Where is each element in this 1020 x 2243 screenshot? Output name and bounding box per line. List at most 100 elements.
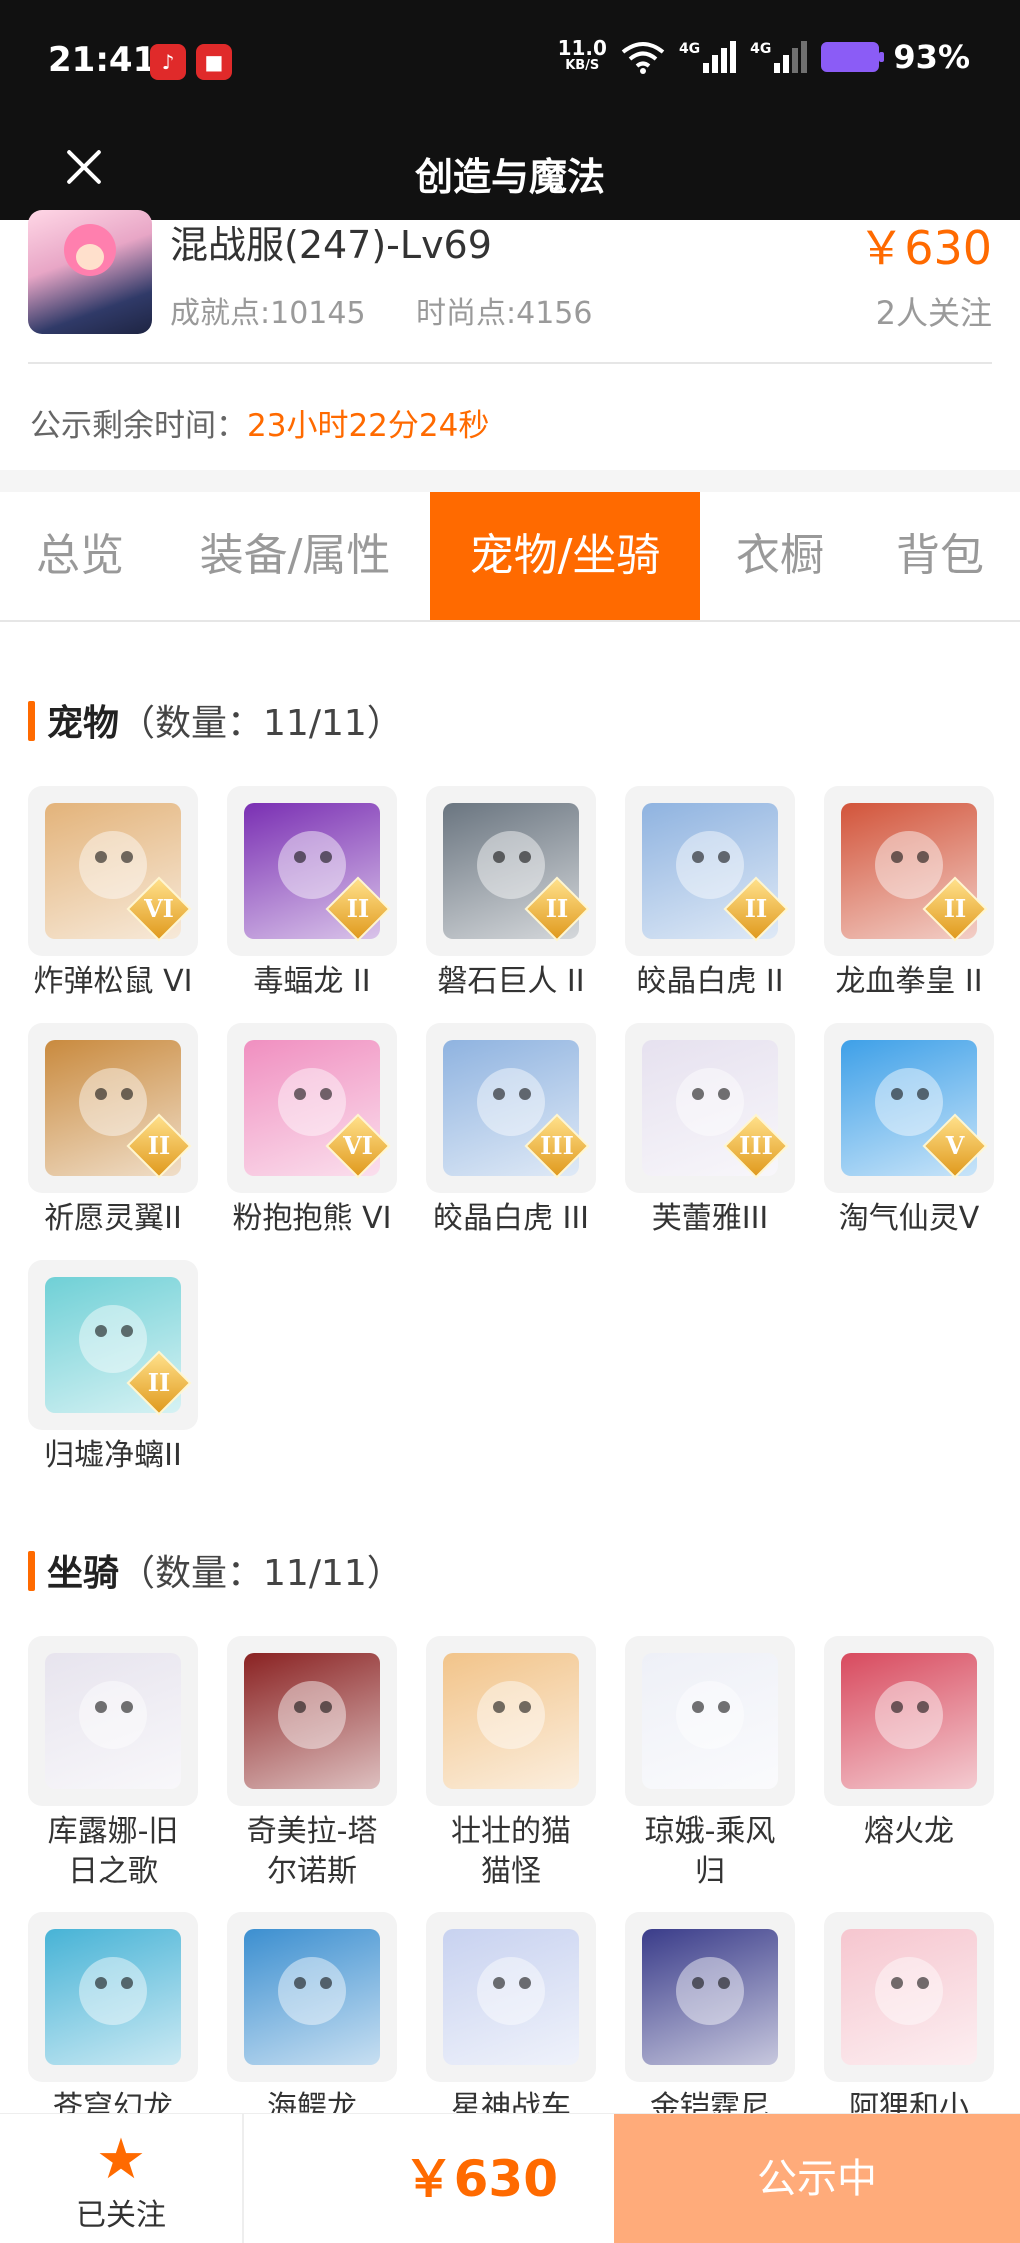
tab-bar: 总览 装备/属性 宠物/坐骑 衣橱 背包 [0, 492, 1020, 622]
signal-icon-2: 4G [750, 41, 808, 73]
pet-thumbnail: II [426, 786, 596, 956]
news-app-icon: ■ [196, 44, 232, 80]
pet-item[interactable]: VI 粉抱抱熊 VI [227, 1023, 397, 1239]
mount-item[interactable]: 星神战车 [426, 1912, 596, 2128]
bottom-price: ￥630 [403, 2150, 558, 2208]
mount-thumbnail [227, 1636, 397, 1806]
battery-percent: 93% [893, 38, 970, 76]
pet-item[interactable]: III 皎晶白虎 III [426, 1023, 596, 1239]
countdown-label: 公示剩余时间： [30, 408, 247, 444]
pet-item[interactable]: II 龙血拳皇 II [824, 786, 994, 1002]
mount-item[interactable]: 苍穹幻龙 [28, 1912, 198, 2128]
grade-badge-label: III [540, 1131, 574, 1160]
pet-item[interactable]: II 皎晶白虎 II [625, 786, 795, 1002]
pet-thumbnail: VI [227, 1023, 397, 1193]
star-icon: ★ [95, 2127, 147, 2192]
pet-item[interactable]: II 磐石巨人 II [426, 786, 596, 1002]
mount-image [45, 1653, 181, 1789]
wifi-icon [621, 42, 665, 74]
status-bar: 21:41 ♪ ■ 11.0 KB/S 4G 4G 93% [0, 0, 1020, 120]
mount-item[interactable]: 琼娥-乘风归 [625, 1636, 795, 1892]
status-time: 21:41 [48, 40, 157, 80]
app-header: 创造与魔法 [0, 120, 1020, 220]
page-title: 创造与魔法 [414, 155, 605, 199]
mount-item[interactable]: 熔火龙 [824, 1636, 994, 1852]
follow-label: 已关注 [76, 2198, 166, 2233]
grade-badge-label: III [739, 1131, 773, 1160]
tab-backpack[interactable]: 背包 [870, 492, 1010, 620]
status-button[interactable]: 公示中 [614, 2114, 1020, 2243]
tab-equipment[interactable]: 装备/属性 [180, 492, 410, 620]
pet-thumbnail: VI [28, 786, 198, 956]
listing-price: ￥630 [858, 221, 992, 275]
mount-image [443, 1929, 579, 2065]
pet-thumbnail: II [824, 786, 994, 956]
mount-image [244, 1929, 380, 2065]
pets-count: （数量：11/11） [119, 703, 403, 744]
pet-item[interactable]: II 归墟净螭II [28, 1260, 198, 1476]
pet-name: 淘气仙灵V [838, 1201, 980, 1236]
grade-badge-label: II [346, 894, 370, 923]
mount-thumbnail [28, 1912, 198, 2082]
grade-badge-label: II [744, 894, 768, 923]
pet-name: 归墟净螭II [44, 1438, 182, 1473]
pets-section-title: 宠物（数量：11/11） [28, 694, 403, 746]
tab-wardrobe[interactable]: 衣橱 [710, 492, 850, 620]
mount-thumbnail [28, 1636, 198, 1806]
mount-image [841, 1653, 977, 1789]
mount-item[interactable]: 奇美拉-塔尔诺斯 [227, 1636, 397, 1892]
pet-thumbnail: II [28, 1260, 198, 1430]
mount-image [841, 1929, 977, 2065]
grade-badge-label: II [545, 894, 569, 923]
mounts-count: （数量：11/11） [119, 1553, 403, 1594]
mount-image [443, 1653, 579, 1789]
pet-name: 芙蕾雅III [651, 1201, 769, 1236]
grade-badge-label: V [945, 1131, 965, 1160]
grade-badge-label: VI [343, 1131, 373, 1160]
mount-name: 奇美拉-塔尔诺斯 [246, 1814, 378, 1889]
pet-item[interactable]: II 祈愿灵翼II [28, 1023, 198, 1239]
grade-badge-label: II [147, 1131, 171, 1160]
pet-item[interactable]: V 淘气仙灵V [824, 1023, 994, 1239]
achievement-points: 成就点:10145 [170, 296, 366, 331]
pet-thumbnail: II [227, 786, 397, 956]
mount-thumbnail [426, 1912, 596, 2082]
mount-thumbnail [824, 1912, 994, 2082]
mounts-section-title: 坐骑（数量：11/11） [28, 1544, 403, 1596]
mount-image [244, 1653, 380, 1789]
pet-thumbnail: III [625, 1023, 795, 1193]
mount-image [45, 1929, 181, 2065]
pet-name: 皎晶白虎 III [432, 1201, 590, 1236]
mount-item[interactable]: 海鳄龙 [227, 1912, 397, 2128]
grade-badge-label: II [943, 894, 967, 923]
pet-item[interactable]: VI 炸弹松鼠 VI [28, 786, 198, 1002]
battery-icon [821, 42, 885, 72]
section-gap [0, 470, 1020, 492]
mount-image [642, 1653, 778, 1789]
mount-name: 熔火龙 [864, 1814, 954, 1849]
music-icon: ♪ [150, 44, 186, 80]
pets-title: 宠物 [47, 703, 120, 744]
mount-thumbnail [625, 1912, 795, 2082]
mount-item[interactable]: 金铠霆尼 [625, 1912, 795, 2128]
tab-overview[interactable]: 总览 [0, 492, 160, 620]
pet-thumbnail: V [824, 1023, 994, 1193]
countdown-value: 23小时22分24秒 [247, 408, 490, 444]
mount-item[interactable]: 库露娜-旧日之歌 [28, 1636, 198, 1892]
follower-count: 2人关注 [875, 294, 992, 332]
mount-item[interactable]: 壮壮的猫猫怪 [426, 1636, 596, 1892]
pet-name: 粉抱抱熊 VI [232, 1201, 392, 1236]
countdown: 公示剩余时间：23小时22分24秒 [30, 400, 489, 445]
pet-item[interactable]: III 芙蕾雅III [625, 1023, 795, 1239]
mount-name: 壮壮的猫猫怪 [451, 1814, 571, 1889]
status-indicators: 11.0 KB/S 4G 4G 93% [558, 38, 970, 76]
mount-thumbnail [227, 1912, 397, 2082]
pet-item[interactable]: II 毒蝠龙 II [227, 786, 397, 1002]
pet-name: 毒蝠龙 II [253, 964, 371, 999]
mounts-title: 坐骑 [47, 1553, 120, 1594]
grade-badge-label: II [147, 1368, 171, 1397]
follow-button[interactable]: ★ 已关注 [0, 2114, 244, 2243]
mount-name: 琼娥-乘风归 [644, 1814, 776, 1889]
pet-name: 祈愿灵翼II [44, 1201, 182, 1236]
tab-pets-mounts[interactable]: 宠物/坐骑 [430, 492, 700, 620]
